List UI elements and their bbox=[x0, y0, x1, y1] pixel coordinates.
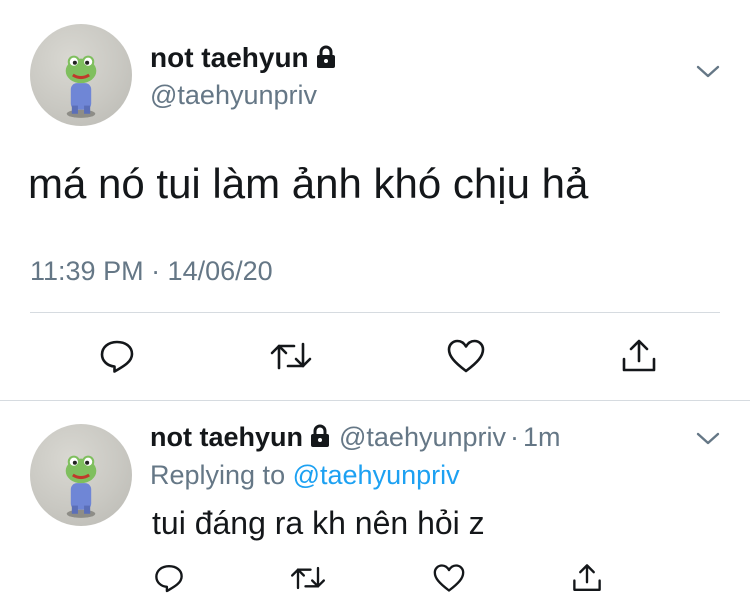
retweet-icon bbox=[291, 566, 326, 590]
lock-icon bbox=[309, 424, 331, 448]
frog-avatar-icon bbox=[65, 455, 97, 518]
reply-icon bbox=[155, 565, 183, 593]
like-button[interactable] bbox=[446, 338, 486, 374]
lock-icon bbox=[315, 45, 337, 69]
author-name[interactable]: not taehyun bbox=[150, 42, 337, 74]
replying-to-label: Replying to bbox=[150, 460, 286, 490]
reply-icon bbox=[100, 340, 134, 373]
divider bbox=[0, 400, 750, 401]
author-avatar[interactable] bbox=[30, 24, 132, 126]
author-handle[interactable]: @taehyunpriv bbox=[150, 80, 317, 111]
reply-actions bbox=[153, 560, 603, 596]
tweet-options-chevron-down-icon[interactable] bbox=[696, 64, 720, 80]
share-button[interactable] bbox=[620, 337, 658, 375]
reply-author-handle[interactable]: @taehyunpriv bbox=[339, 422, 506, 452]
reply-age[interactable]: 1m bbox=[523, 422, 561, 452]
reply-button[interactable] bbox=[98, 337, 136, 375]
share-button[interactable] bbox=[571, 562, 603, 594]
like-icon bbox=[447, 339, 485, 373]
reply-separator: · bbox=[510, 422, 519, 452]
retweet-button[interactable] bbox=[270, 338, 312, 374]
divider bbox=[30, 312, 720, 313]
tweet-text: má nó tui làm ảnh khó chịu hả bbox=[28, 160, 589, 207]
retweet-button[interactable] bbox=[290, 563, 326, 593]
reply-options-chevron-down-icon[interactable] bbox=[696, 431, 720, 447]
reply-button[interactable] bbox=[153, 562, 185, 594]
frog-avatar-icon bbox=[65, 55, 97, 118]
like-icon bbox=[433, 564, 464, 592]
author-name-text: not taehyun bbox=[150, 42, 309, 73]
reply-header: not taehyun @taehyunpriv · 1m bbox=[150, 422, 561, 453]
reply-author-name[interactable]: not taehyun bbox=[150, 422, 303, 452]
retweet-icon bbox=[270, 342, 312, 370]
replying-to-handle-link[interactable]: @taehyunpriv bbox=[293, 460, 460, 490]
replying-to: Replying to @taehyunpriv bbox=[150, 460, 460, 491]
like-button[interactable] bbox=[432, 563, 466, 593]
reply-text: tui đáng ra kh nên hỏi z bbox=[152, 505, 485, 541]
tweet-actions bbox=[98, 334, 658, 378]
reply-author-avatar[interactable] bbox=[30, 424, 132, 526]
tweet-timestamp[interactable]: 11:39 PM · 14/06/20 bbox=[30, 256, 273, 287]
share-icon bbox=[622, 339, 656, 372]
share-icon bbox=[573, 564, 601, 591]
